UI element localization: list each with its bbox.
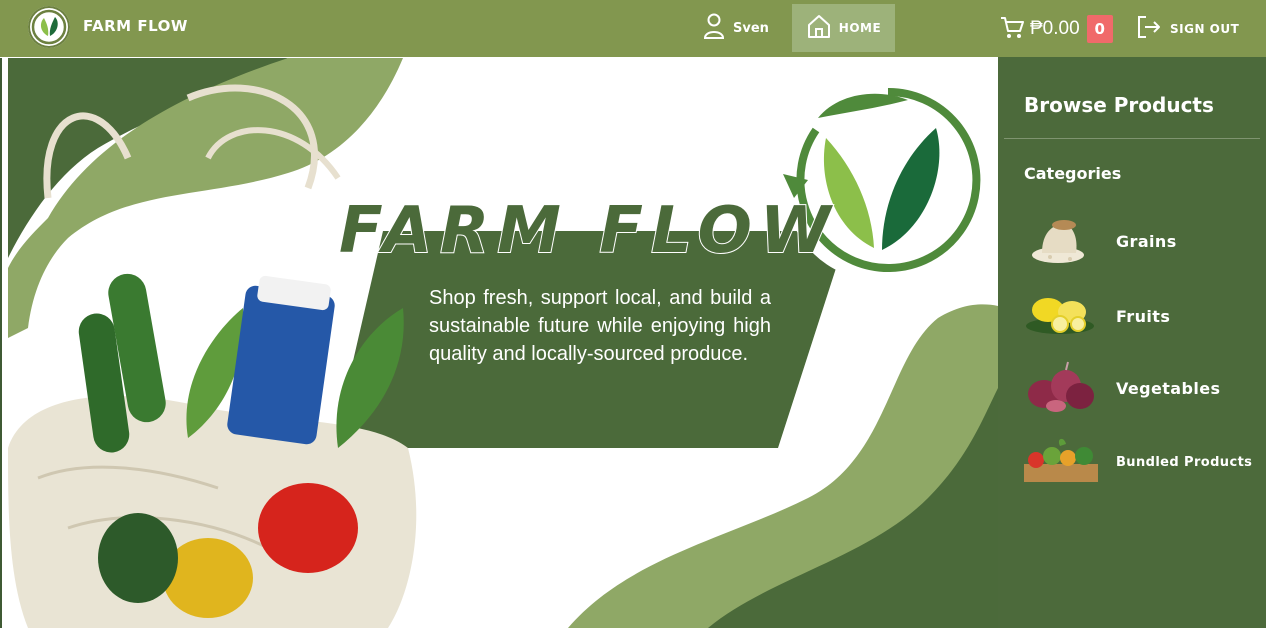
cart-button[interactable]: ₱0.00 0 (999, 14, 1113, 44)
category-label: Grains (1116, 231, 1177, 251)
brand-name[interactable]: FARM FLOW (83, 17, 188, 35)
hero-left-border (0, 58, 2, 628)
browse-products-sidebar: Browse Products Categories Grains Fruits (998, 57, 1266, 628)
sign-out-label: SIGN OUT (1170, 22, 1240, 36)
category-item-vegetables[interactable]: Vegetables (1020, 360, 1220, 416)
hero-title: FARM FLOW (338, 193, 839, 269)
lemons-icon (1020, 288, 1100, 344)
user-profile-link[interactable]: Sven (703, 13, 769, 43)
produce-crate-icon (1020, 434, 1100, 490)
farm-flow-logo-icon[interactable] (28, 6, 70, 48)
category-item-fruits[interactable]: Fruits (1020, 288, 1170, 344)
grains-icon (1020, 213, 1100, 269)
sidebar-divider (1004, 138, 1260, 139)
cart-icon (999, 14, 1025, 44)
hero-banner: FARM FLOW Shop fresh, support local, and… (8, 58, 998, 628)
categories-heading: Categories (1024, 164, 1122, 183)
home-icon (806, 13, 832, 43)
top-navbar: FARM FLOW Sven HOME ₱0.00 0 SIGN OUT (0, 0, 1266, 57)
home-label: HOME (838, 21, 882, 35)
sidebar-title: Browse Products (1024, 93, 1214, 117)
category-item-grains[interactable]: Grains (1020, 213, 1177, 269)
category-label: Bundled Products (1116, 454, 1253, 470)
user-icon (703, 13, 725, 43)
user-name: Sven (733, 20, 769, 36)
onions-icon (1020, 360, 1100, 416)
cart-total: ₱0.00 (1030, 18, 1080, 39)
sign-out-icon (1136, 14, 1162, 44)
home-nav-button[interactable]: HOME (792, 4, 895, 52)
category-label: Vegetables (1116, 378, 1221, 398)
category-label: Fruits (1116, 306, 1171, 326)
sign-out-button[interactable]: SIGN OUT (1136, 14, 1239, 44)
hero-tagline: Shop fresh, support local, and build a s… (429, 287, 771, 365)
cart-count-badge: 0 (1086, 15, 1113, 43)
category-item-bundled-products[interactable]: Bundled Products (1020, 434, 1252, 490)
